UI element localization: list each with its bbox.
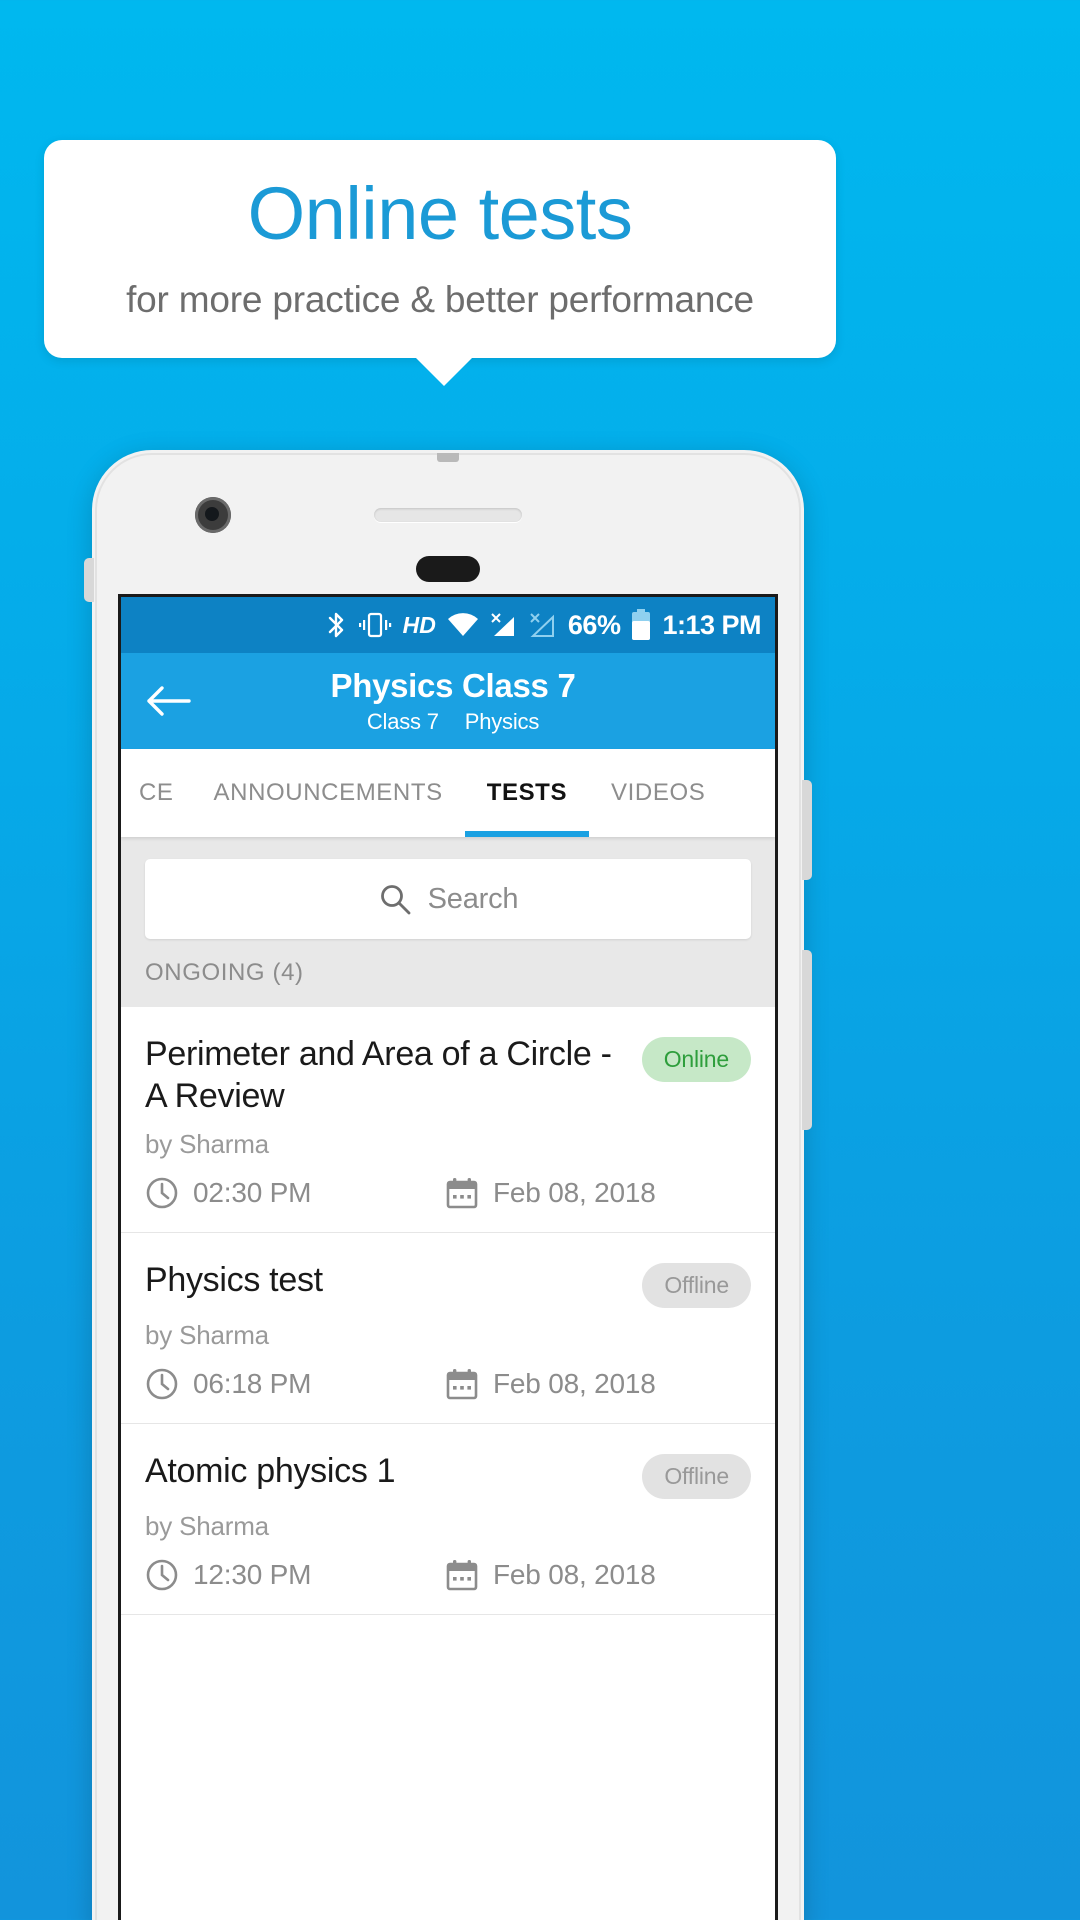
vibrate-icon xyxy=(358,611,392,639)
status-badge: Offline xyxy=(642,1454,751,1500)
test-time-label: 12:30 PM xyxy=(193,1559,312,1591)
back-arrow-icon[interactable] xyxy=(145,684,191,718)
phone-mockup: HD 66% 1:13 PM Physics Class 7 Class 7 P… xyxy=(84,450,812,1920)
promo-title: Online tests xyxy=(247,172,633,255)
list-item[interactable]: Perimeter and Area of a Circle - A Revie… xyxy=(121,1007,775,1234)
tab-announcements[interactable]: ANNOUNCEMENTS xyxy=(192,749,465,837)
wifi-icon xyxy=(447,612,479,638)
bluetooth-icon xyxy=(325,610,347,640)
left-side-button[interactable] xyxy=(84,558,94,602)
test-meta: 02:30 PM Feb 08, 2018 xyxy=(145,1176,751,1210)
test-author: by Sharma xyxy=(145,1129,269,1160)
list-item-header: Atomic physics 1 Offline xyxy=(145,1450,751,1500)
list-item-header: Physics test Offline xyxy=(145,1259,751,1309)
list-item[interactable]: Atomic physics 1 Offline by Sharma 12:30… xyxy=(121,1424,775,1616)
clock-icon xyxy=(145,1558,179,1592)
tab-ce[interactable]: CE xyxy=(121,749,192,837)
test-time-label: 02:30 PM xyxy=(193,1177,312,1209)
tests-list: Perimeter and Area of a Circle - A Revie… xyxy=(121,1007,775,1616)
clock-icon xyxy=(145,1176,179,1210)
search-input[interactable]: Search xyxy=(145,859,751,939)
earpiece-speaker xyxy=(374,508,522,522)
test-time: 12:30 PM xyxy=(145,1558,445,1592)
app-bar: Physics Class 7 Class 7 Physics xyxy=(121,653,775,749)
test-date: Feb 08, 2018 xyxy=(445,1176,656,1210)
promo-callout-tail xyxy=(414,356,474,386)
tab-bar: CE ANNOUNCEMENTS TESTS VIDEOS xyxy=(121,749,775,837)
sensor-bar xyxy=(416,556,480,582)
test-date-label: Feb 08, 2018 xyxy=(493,1559,656,1591)
breadcrumb-subject: Physics xyxy=(464,708,540,734)
test-time-label: 06:18 PM xyxy=(193,1368,312,1400)
test-title: Perimeter and Area of a Circle - A Revie… xyxy=(145,1035,612,1116)
power-button[interactable] xyxy=(802,780,812,880)
promo-callout: Online tests for more practice & better … xyxy=(44,140,836,358)
test-time: 06:18 PM xyxy=(145,1367,445,1401)
hd-icon: HD xyxy=(402,611,436,638)
status-bar-clock: 1:13 PM xyxy=(662,609,761,640)
tab-videos[interactable]: VIDEOS xyxy=(589,749,727,837)
phone-screen: HD 66% 1:13 PM Physics Class 7 Class 7 P… xyxy=(118,594,778,1920)
status-badge: Offline xyxy=(642,1263,751,1309)
test-time: 02:30 PM xyxy=(145,1176,445,1210)
test-date-label: Feb 08, 2018 xyxy=(493,1368,656,1400)
clock-icon xyxy=(145,1367,179,1401)
test-date-label: Feb 08, 2018 xyxy=(493,1177,656,1209)
battery-icon xyxy=(631,609,651,641)
breadcrumb: Class 7 Physics xyxy=(131,709,775,735)
app-bar-titles: Physics Class 7 Class 7 Physics xyxy=(121,667,775,735)
list-item-header: Perimeter and Area of a Circle - A Revie… xyxy=(145,1033,751,1117)
test-author: by Sharma xyxy=(145,1320,269,1351)
status-bar: HD 66% 1:13 PM xyxy=(121,597,775,653)
section-header-ongoing: ONGOING (4) xyxy=(121,959,775,1007)
search-placeholder: Search xyxy=(427,882,519,915)
search-icon xyxy=(378,882,412,916)
tab-tests[interactable]: TESTS xyxy=(464,749,590,837)
promo-subtitle: for more practice & better performance xyxy=(126,279,754,320)
phone-top-notch xyxy=(437,453,459,462)
breadcrumb-class: Class 7 xyxy=(366,708,439,734)
signal-no-service-icon xyxy=(490,611,518,639)
volume-button[interactable] xyxy=(802,950,812,1130)
battery-percent: 66% xyxy=(567,609,621,640)
test-author: by Sharma xyxy=(145,1511,269,1542)
calendar-icon xyxy=(445,1558,479,1592)
calendar-icon xyxy=(445,1176,479,1210)
test-meta: 12:30 PM Feb 08, 2018 xyxy=(145,1558,751,1592)
calendar-icon xyxy=(445,1367,479,1401)
list-item[interactable]: Physics test Offline by Sharma 06:18 PM xyxy=(121,1233,775,1425)
status-badge: Online xyxy=(641,1037,751,1082)
test-title: Atomic physics 1 xyxy=(145,1452,396,1491)
search-container: Search xyxy=(121,837,775,959)
page-title: Physics Class 7 xyxy=(330,667,576,705)
signal-no-sim-icon xyxy=(529,611,557,639)
test-date: Feb 08, 2018 xyxy=(445,1367,656,1401)
front-camera-icon xyxy=(195,497,231,533)
test-title: Physics test xyxy=(145,1261,323,1300)
test-meta: 06:18 PM Feb 08, 2018 xyxy=(145,1367,751,1401)
test-date: Feb 08, 2018 xyxy=(445,1558,656,1592)
